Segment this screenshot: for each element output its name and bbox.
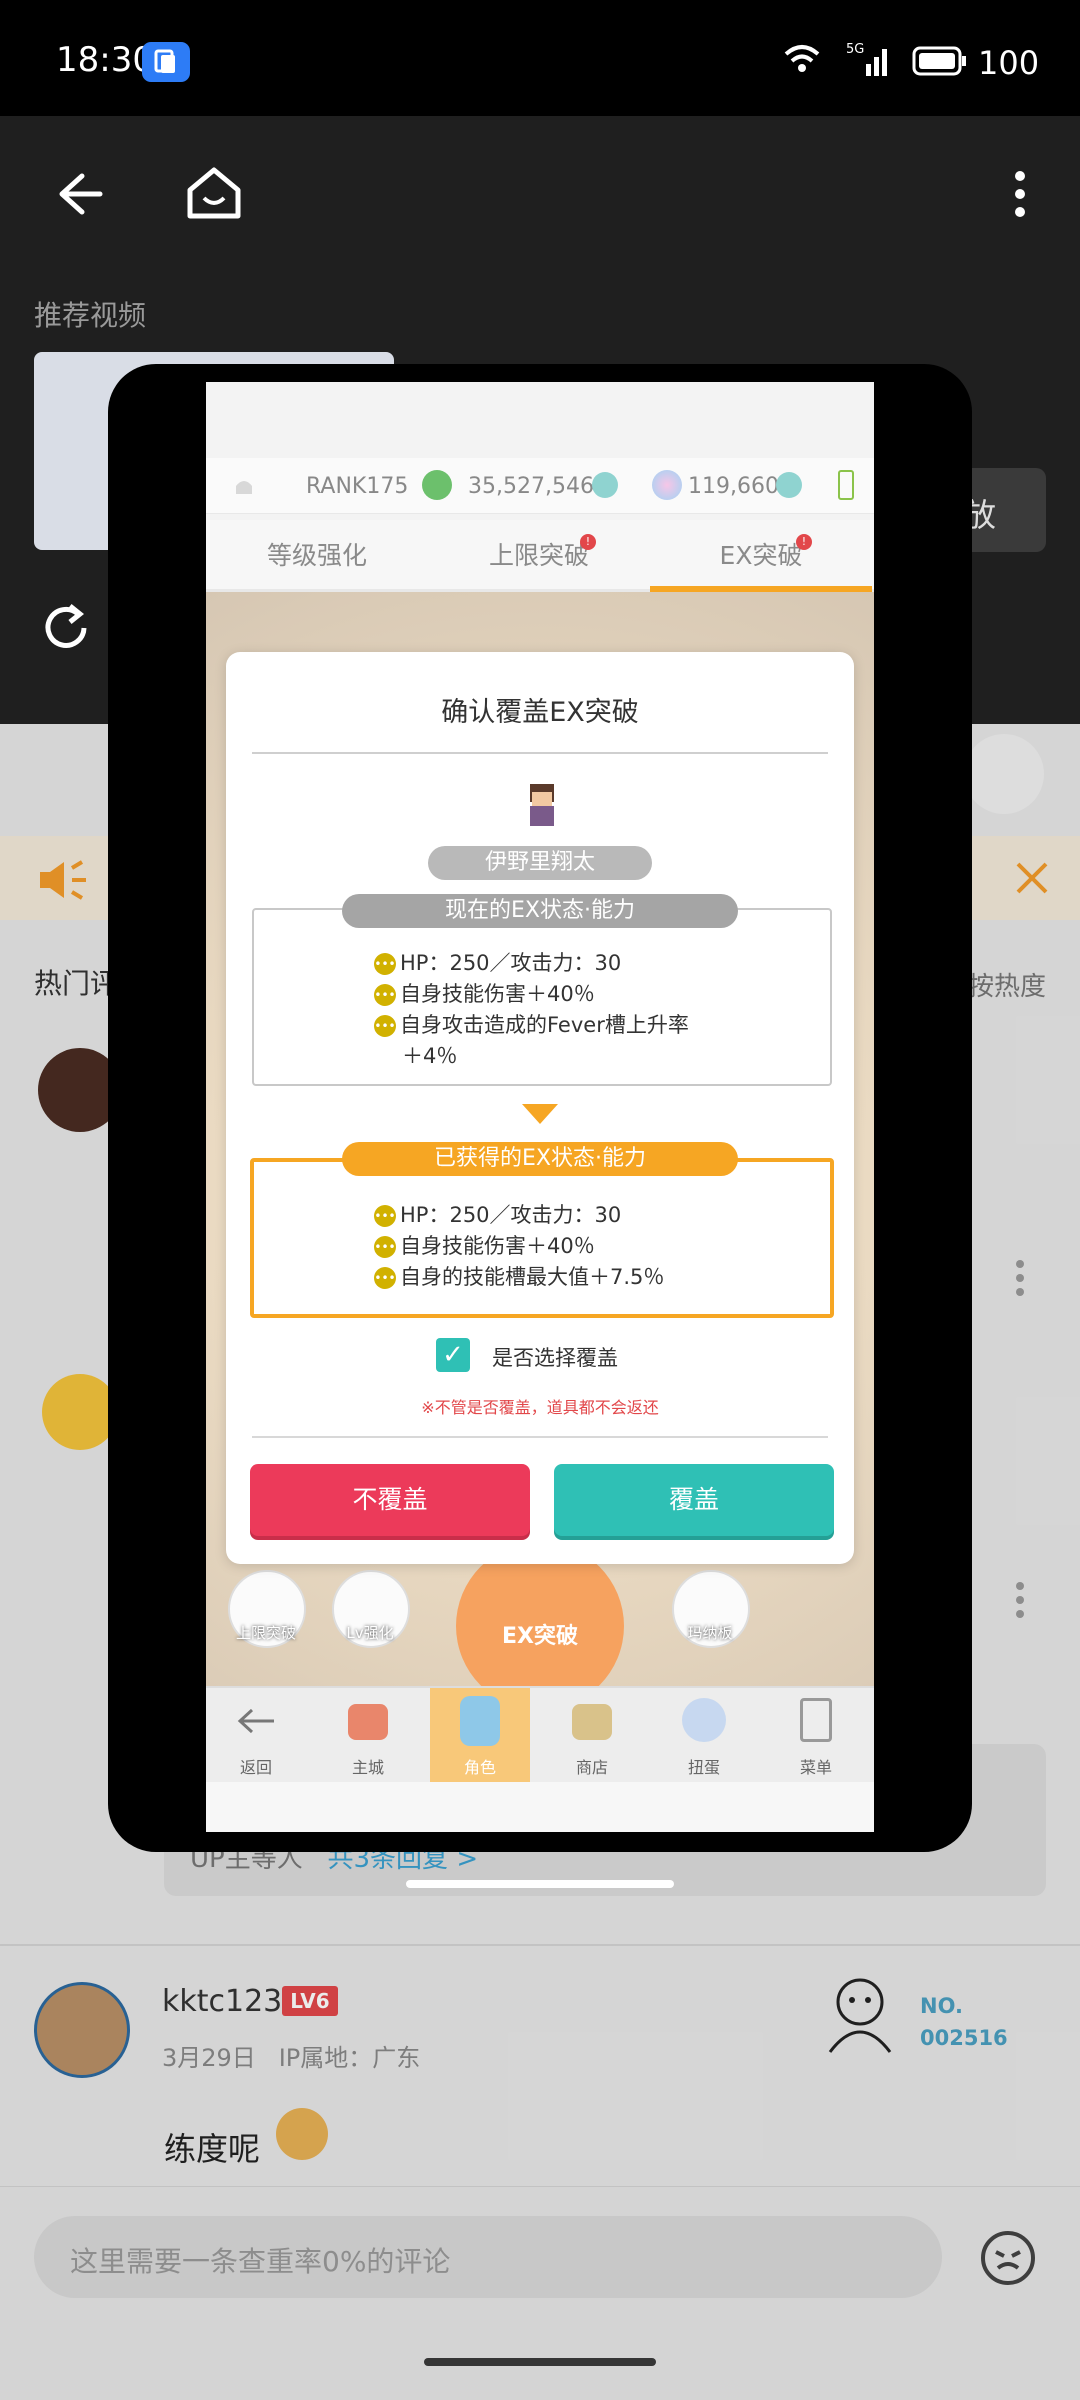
divider: [252, 1436, 828, 1438]
tab-level-up[interactable]: 等级强化: [206, 520, 428, 592]
nav-label: 扭蛋: [687, 1758, 720, 1777]
stat-text: 自身技能伤害＋40％: [400, 982, 595, 1006]
stat-bullet-icon: •••: [374, 1236, 396, 1258]
current-stat: ••• 自身攻击造成的Fever槽上升率: [374, 1010, 689, 1041]
stat-text: HP：250／攻击力：30: [400, 1203, 622, 1227]
coins: 35,527,546: [468, 474, 594, 499]
tab-label: 上限突破: [488, 541, 589, 570]
stat-bullet-icon: •••: [374, 1267, 396, 1289]
game-screen: RANK175 35,527,546 119,660 等级强化 上限突破! EX…: [206, 382, 874, 1832]
confirm-overwrite-dialog: 确认覆盖EX突破 伊野里翔太 现在的EX状态·能力 ••• HP：250／攻击力：…: [226, 652, 854, 1564]
tab-bar: 等级强化 上限突破! EX突破!: [206, 520, 874, 592]
confirm-overwrite-button[interactable]: 覆盖: [554, 1464, 834, 1536]
limit-break-label: 上限突破: [235, 1624, 296, 1642]
nav-label: 角色: [463, 1758, 496, 1777]
lv-up-label: Lv强化: [346, 1624, 394, 1642]
current-stat: ••• HP：250／攻击力：30: [374, 948, 621, 979]
nav-label: 主城: [351, 1758, 384, 1777]
gacha-icon: [682, 1698, 726, 1742]
stat-text: 自身技能伤害＋40％: [400, 1234, 595, 1258]
resource-bar: RANK175 35,527,546 119,660: [206, 458, 874, 514]
nav-shop[interactable]: 商店: [542, 1688, 642, 1784]
add-coin-icon[interactable]: [592, 472, 618, 498]
tab-label: 等级强化: [266, 541, 367, 570]
add-gem-icon[interactable]: [776, 472, 802, 498]
character-sprite-icon: [530, 784, 554, 826]
stat-text: 自身攻击造成的Fever槽上升率: [400, 1013, 689, 1037]
signal-icon: [866, 49, 887, 76]
game-nav-bar: 返回 主城 角色 商店 扭蛋 菜单: [206, 1686, 874, 1784]
stat-bullet-icon: •••: [374, 1015, 396, 1037]
battery-icon: [912, 46, 966, 76]
dialog-title: 确认覆盖EX突破: [441, 697, 639, 728]
nav-gacha[interactable]: 扭蛋: [654, 1688, 754, 1784]
stat-bullet-icon: •••: [374, 953, 396, 975]
nav-label: 商店: [575, 1758, 608, 1777]
notification-dot: !: [580, 534, 596, 550]
recommend-label: 推荐视频: [34, 299, 147, 332]
rank: RANK175: [306, 474, 409, 499]
character-name: 伊野里翔太: [428, 846, 652, 880]
stat-text: 自身的技能槽最大值＋7.5％: [400, 1265, 665, 1289]
tab-ex-break[interactable]: EX突破!: [650, 520, 872, 592]
new-stat: ••• 自身技能伤害＋40％: [374, 1231, 595, 1262]
back-arrow-icon[interactable]: [52, 168, 104, 220]
status-bar: 18:30 5G 100: [0, 0, 1080, 116]
nav-character[interactable]: 角色: [430, 1688, 530, 1784]
game-bottom-strip: [206, 1782, 874, 1832]
new-stat: ••• HP：250／攻击力：30: [374, 1200, 621, 1231]
bell-icon[interactable]: [232, 474, 256, 500]
app-notification-icon: [142, 42, 190, 82]
battery-level: 100: [978, 44, 1040, 82]
ex-break-label: EX突破: [502, 1624, 578, 1649]
manaboard-label: 玛纳板: [687, 1624, 733, 1642]
back-arrow-icon: [237, 1708, 274, 1734]
current-stat: ••• 自身技能伤害＋40％: [374, 979, 595, 1010]
new-stat: ••• 自身的技能槽最大值＋7.5％: [374, 1262, 664, 1293]
stamina-icon: [838, 470, 854, 500]
notification-dot: !: [796, 534, 812, 550]
warning-text: ※不管是否覆盖，道具都不会返还: [421, 1398, 659, 1417]
tab-limit-break[interactable]: 上限突破!: [428, 520, 650, 592]
nav-label: 返回: [239, 1758, 272, 1777]
current-stat-cont: ＋4％: [402, 1044, 458, 1068]
shop-icon: [572, 1704, 612, 1740]
more-icon[interactable]: [1010, 168, 1030, 220]
nav-town[interactable]: 主城: [318, 1688, 418, 1784]
nav-back[interactable]: 返回: [206, 1688, 306, 1784]
status-time: 18:30: [56, 40, 154, 80]
replay-icon[interactable]: [38, 600, 94, 656]
character-icon: [460, 1696, 500, 1746]
tab-label: EX突破: [719, 541, 803, 570]
ex-break-button[interactable]: EX突破: [456, 1542, 624, 1710]
town-icon: [348, 1704, 388, 1740]
nav-label: 菜单: [799, 1758, 832, 1777]
stat-bullet-icon: •••: [374, 1205, 396, 1227]
gems: 119,660: [688, 474, 779, 499]
arrow-down-icon: [522, 1104, 558, 1124]
overwrite-checkbox[interactable]: ✓: [436, 1338, 470, 1372]
gem-icon: [652, 470, 682, 500]
coin-icon: [422, 470, 452, 500]
home-icon[interactable]: [184, 164, 244, 222]
overwrite-checkbox-label: 是否选择覆盖: [492, 1346, 618, 1370]
cancel-overwrite-button[interactable]: 不覆盖: [250, 1464, 530, 1536]
stat-bullet-icon: •••: [374, 984, 396, 1006]
divider: [252, 752, 828, 754]
stat-text: HP：250／攻击力：30: [400, 951, 622, 975]
nav-menu[interactable]: 菜单: [766, 1688, 866, 1784]
current-ex-label: 现在的EX状态·能力: [342, 894, 738, 928]
menu-icon: [800, 1698, 832, 1742]
window-handle[interactable]: [406, 1880, 674, 1888]
new-ex-label: 已获得的EX状态·能力: [342, 1142, 738, 1176]
wifi-icon: [784, 45, 820, 72]
